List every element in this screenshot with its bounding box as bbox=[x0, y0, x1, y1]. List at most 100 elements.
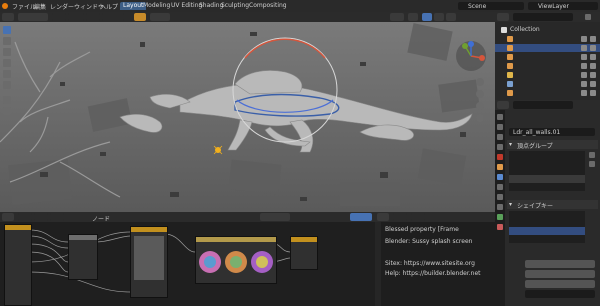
range-min-field[interactable] bbox=[525, 270, 595, 278]
add-icon[interactable] bbox=[589, 152, 595, 158]
render-layers-node[interactable] bbox=[4, 224, 32, 306]
node-add-menu[interactable] bbox=[50, 213, 64, 221]
physics-tab-icon[interactable] bbox=[497, 194, 503, 200]
add-menu[interactable] bbox=[86, 13, 100, 21]
object-name-field[interactable]: Ldr_all_walls.01 bbox=[509, 128, 595, 136]
outliner-row[interactable] bbox=[495, 80, 600, 88]
navigation-gizmo[interactable] bbox=[455, 40, 487, 72]
vertex-group-field[interactable] bbox=[525, 290, 595, 298]
shading-rendered-button[interactable] bbox=[446, 13, 456, 21]
editor-type-button[interactable] bbox=[2, 13, 14, 21]
outliner-search-input[interactable] bbox=[513, 13, 573, 21]
scale-tool-icon[interactable] bbox=[3, 70, 11, 78]
viewport-canvas[interactable] bbox=[0, 22, 495, 212]
menu-edit[interactable]: 編集 bbox=[34, 2, 46, 11]
use-nodes-toggle[interactable] bbox=[260, 213, 290, 221]
output-tab-icon[interactable] bbox=[497, 134, 503, 140]
move-tool-icon[interactable] bbox=[3, 48, 11, 56]
render-visibility-icon[interactable] bbox=[590, 36, 596, 42]
visibility-icon[interactable] bbox=[581, 36, 587, 42]
annotate-tool-icon[interactable] bbox=[3, 96, 11, 104]
view-menu[interactable] bbox=[52, 13, 66, 21]
vertex-groups-panel-header[interactable]: ▾ 頂点グループ bbox=[507, 140, 598, 150]
visibility-icon[interactable] bbox=[581, 45, 587, 51]
list-item[interactable] bbox=[509, 151, 585, 159]
list-item[interactable] bbox=[509, 175, 585, 183]
viewer-node[interactable] bbox=[130, 226, 168, 298]
color-wheels[interactable] bbox=[196, 242, 276, 278]
outliner-row[interactable] bbox=[495, 35, 600, 43]
node-select-menu[interactable] bbox=[34, 213, 48, 221]
menu-render[interactable]: レンダー bbox=[50, 2, 74, 11]
composite-output-node[interactable] bbox=[290, 236, 318, 270]
blender-logo-icon[interactable] bbox=[2, 3, 8, 9]
text-editor-type-button[interactable] bbox=[377, 213, 389, 221]
data-tab-icon[interactable] bbox=[497, 214, 503, 220]
viewlayer-selector[interactable]: ViewLayer bbox=[528, 2, 598, 10]
visibility-icon[interactable] bbox=[581, 81, 587, 87]
menu-help[interactable]: ヘルプ bbox=[100, 2, 118, 11]
scene-tab-icon[interactable] bbox=[497, 144, 503, 150]
list-item[interactable] bbox=[509, 211, 585, 219]
object-tab-icon[interactable] bbox=[497, 164, 503, 170]
outliner-row[interactable] bbox=[495, 71, 600, 79]
constraints-tab-icon[interactable] bbox=[497, 204, 503, 210]
select-menu[interactable] bbox=[68, 13, 84, 21]
visibility-icon[interactable] bbox=[581, 63, 587, 69]
scene-selector[interactable]: Scene bbox=[458, 2, 524, 10]
perspective-toggle-icon[interactable] bbox=[476, 114, 484, 122]
particles-tab-icon[interactable] bbox=[497, 184, 503, 190]
remove-icon[interactable] bbox=[589, 161, 595, 167]
transform-orientation[interactable] bbox=[134, 13, 146, 21]
node-canvas[interactable] bbox=[0, 222, 375, 306]
shape-keys-list[interactable] bbox=[509, 211, 585, 243]
render-tab-icon[interactable] bbox=[497, 124, 503, 130]
node-view-menu[interactable] bbox=[18, 213, 32, 221]
vertex-groups-list[interactable] bbox=[509, 151, 585, 191]
render-visibility-icon[interactable] bbox=[590, 90, 596, 96]
select-tool-icon[interactable] bbox=[3, 26, 11, 34]
backdrop-toggle[interactable] bbox=[350, 213, 372, 221]
outliner-row[interactable] bbox=[495, 89, 600, 97]
render-visibility-icon[interactable] bbox=[590, 63, 596, 69]
render-visibility-icon[interactable] bbox=[590, 81, 596, 87]
filter-icon[interactable] bbox=[585, 14, 591, 20]
text-edit-menu[interactable] bbox=[411, 213, 425, 221]
outliner-row-collection[interactable]: Collection bbox=[495, 26, 600, 34]
outliner-type-button[interactable] bbox=[497, 13, 509, 21]
mode-dropdown[interactable] bbox=[18, 13, 48, 21]
transform-tool-icon[interactable] bbox=[3, 81, 11, 89]
object-menu[interactable] bbox=[102, 13, 124, 21]
list-item[interactable] bbox=[509, 219, 585, 227]
list-item[interactable] bbox=[509, 167, 585, 175]
color-balance-node[interactable] bbox=[195, 236, 277, 284]
range-max-field[interactable] bbox=[525, 280, 595, 288]
tool-tab-icon[interactable] bbox=[497, 114, 503, 120]
zoom-icon[interactable] bbox=[476, 78, 484, 86]
render-visibility-icon[interactable] bbox=[590, 54, 596, 60]
overlay-toggle[interactable] bbox=[390, 13, 404, 21]
pan-hand-icon[interactable] bbox=[476, 90, 484, 98]
snap-toggle[interactable] bbox=[150, 13, 170, 21]
outliner-row[interactable] bbox=[495, 53, 600, 61]
shape-keys-panel-header[interactable]: ▾ シェイプキー bbox=[507, 200, 598, 210]
xray-toggle[interactable] bbox=[408, 13, 418, 21]
modifier-tab-icon[interactable] bbox=[497, 174, 503, 180]
node-editor-type-button[interactable] bbox=[2, 213, 14, 221]
shading-material-button[interactable] bbox=[434, 13, 444, 21]
material-tab-icon[interactable] bbox=[497, 224, 503, 230]
properties-type-button[interactable] bbox=[497, 101, 509, 109]
outliner-row[interactable] bbox=[495, 62, 600, 70]
render-visibility-icon[interactable] bbox=[590, 72, 596, 78]
properties-search-input[interactable] bbox=[513, 101, 573, 109]
visibility-icon[interactable] bbox=[581, 72, 587, 78]
outliner-row[interactable] bbox=[495, 44, 600, 52]
menu-file[interactable]: ファイル bbox=[12, 2, 36, 11]
camera-view-icon[interactable] bbox=[476, 102, 484, 110]
measure-tool-icon[interactable] bbox=[3, 107, 11, 115]
list-item[interactable] bbox=[509, 227, 585, 235]
color-node[interactable] bbox=[68, 234, 98, 280]
text-editor-body[interactable]: Blessed property [Frame Blender: Sussy s… bbox=[375, 222, 495, 306]
cursor-tool-icon[interactable] bbox=[3, 37, 11, 45]
text-view-menu[interactable] bbox=[393, 213, 407, 221]
